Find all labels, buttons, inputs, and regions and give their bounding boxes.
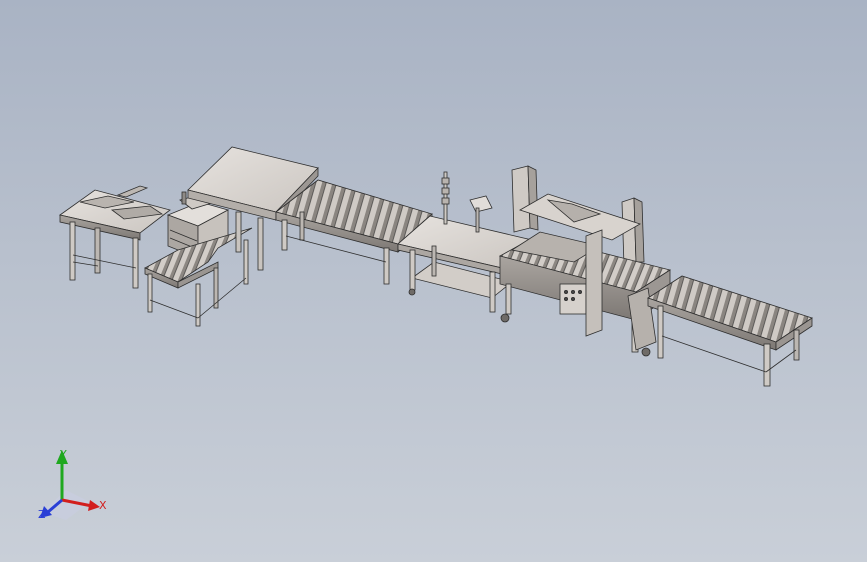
signal-light-tower — [441, 171, 450, 225]
y-axis-label: Y — [59, 448, 67, 461]
assembly-model-view[interactable]: Y X Z — [0, 0, 867, 562]
transfer-roller-conveyor[interactable] — [275, 179, 433, 285]
case-sealer-machine[interactable] — [498, 165, 671, 357]
z-axis-label: Z — [38, 508, 46, 521]
x-axis-label: X — [99, 499, 107, 512]
cad-viewport[interactable]: Y X Z — [0, 0, 867, 562]
coordinate-triad: Y X Z — [38, 448, 107, 521]
outfeed-roller-conveyor[interactable] — [647, 275, 813, 387]
